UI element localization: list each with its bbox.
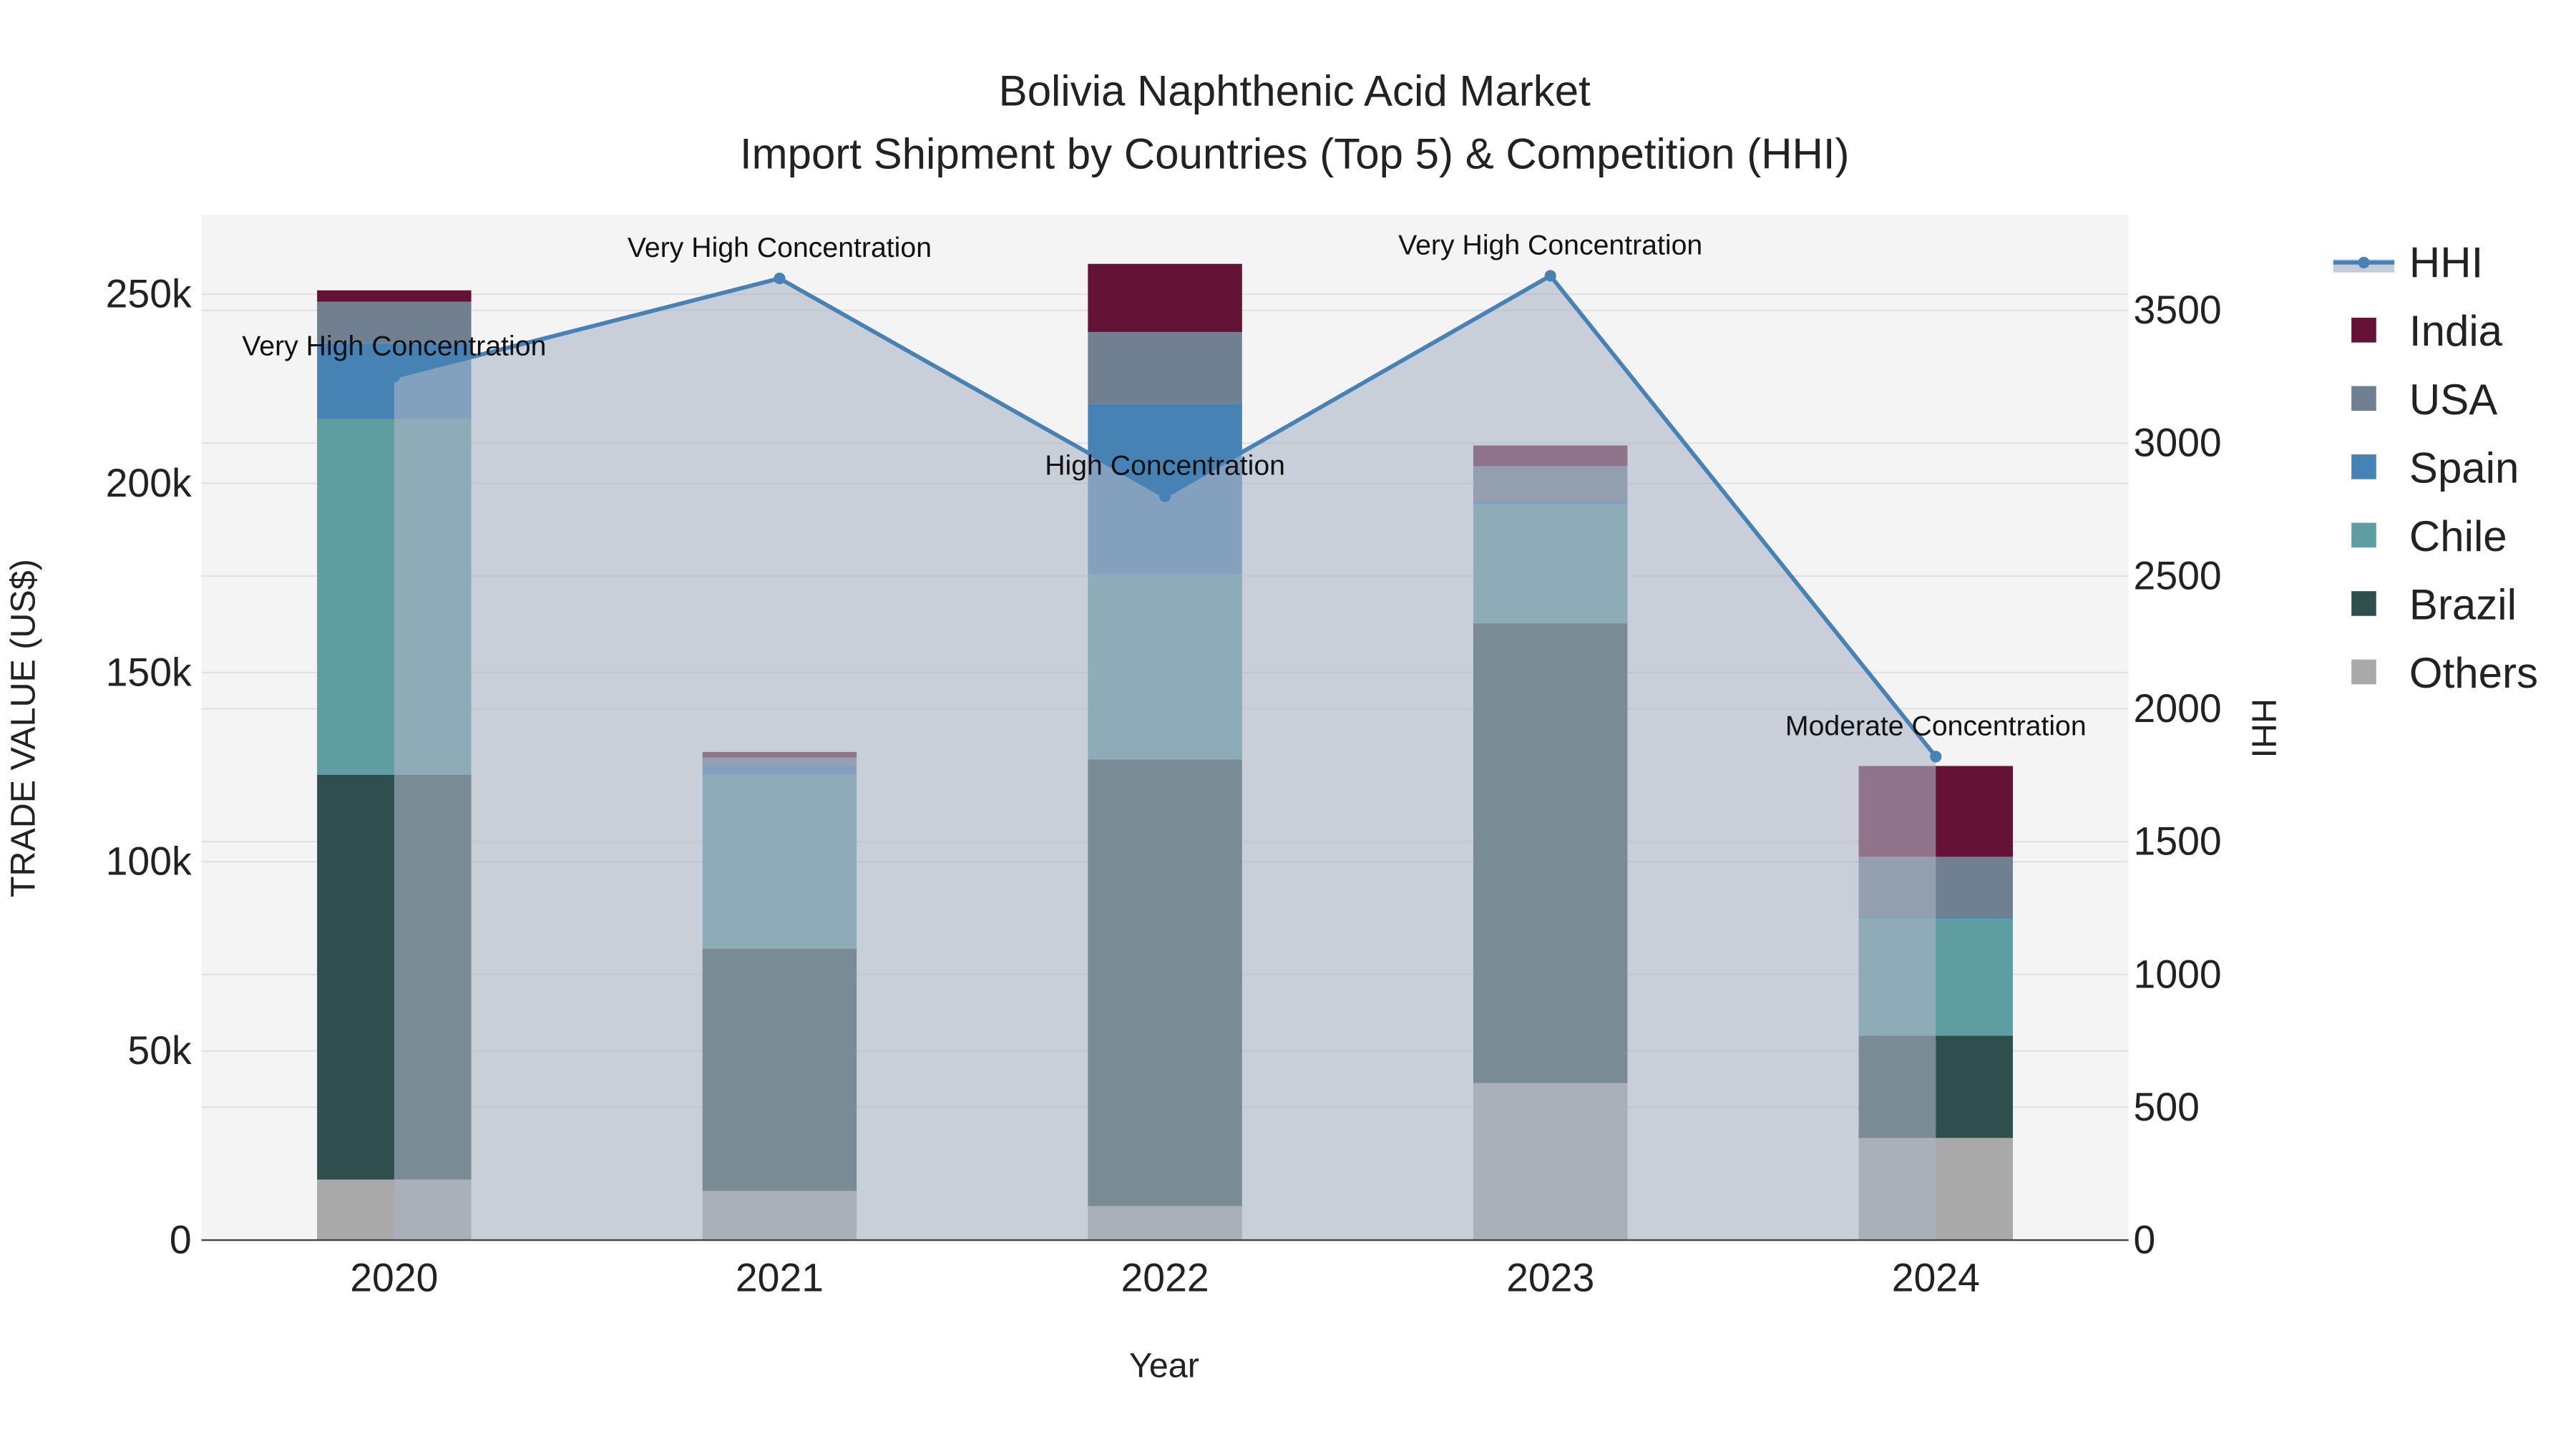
bar-india-2022 (1088, 263, 1242, 332)
legend-swatch-spain (2351, 454, 2376, 479)
y-tick-label: 150k (106, 650, 192, 694)
y-tick-label: 250k (106, 272, 192, 316)
x-tick-label: 2024 (1892, 1256, 1980, 1300)
hhi-annotation: Very High Concentration (242, 330, 546, 361)
hhi-point-2023 (1544, 270, 1556, 282)
x-tick-label: 2020 (350, 1256, 438, 1300)
y-axis-title: TRADE VALUE (US$) (4, 559, 42, 897)
legend-swatch-usa (2351, 386, 2376, 411)
legend-swatch-hhi-marker (2358, 256, 2370, 268)
hhi-annotation: Very High Concentration (628, 232, 932, 263)
hhi-point-2021 (774, 273, 786, 285)
y2-tick-label: 3000 (2134, 421, 2222, 465)
y2-tick-label: 1500 (2134, 819, 2222, 864)
legend-label-others: Others (2409, 649, 2538, 697)
x-tick-label: 2021 (736, 1256, 824, 1300)
y2-tick-label: 1000 (2134, 952, 2222, 996)
y2-tick-label: 2500 (2134, 553, 2222, 597)
hhi-annotation: Very High Concentration (1398, 229, 1702, 260)
legend-label-spain: Spain (2409, 444, 2519, 492)
y-tick-label: 0 (170, 1218, 192, 1262)
y-tick-label: 50k (127, 1028, 192, 1073)
hhi-annotation: Moderate Concentration (1785, 710, 2087, 741)
legend-swatch-chile (2351, 522, 2376, 548)
legend-label-usa: USA (2409, 376, 2497, 424)
y2-tick-label: 3500 (2134, 288, 2222, 332)
x-tick-label: 2022 (1121, 1256, 1209, 1300)
x-axis-title: Year (1129, 1347, 1199, 1385)
chart: 0 50k 100k 150k 200k 250k 0 500 1000 1500 2000 2500… (0, 0, 2576, 1449)
y2-tick-label: 0 (2134, 1218, 2156, 1262)
x-tick-label: 2023 (1506, 1256, 1594, 1300)
hhi-point-2022 (1159, 490, 1171, 502)
hhi-point-2020 (388, 371, 400, 383)
legend-swatch-india (2351, 318, 2376, 343)
bar-india-2020 (317, 290, 472, 302)
legend-label-india: India (2409, 307, 2503, 355)
y2-tick-label: 500 (2134, 1085, 2200, 1129)
y2-tick-label: 2000 (2134, 686, 2222, 731)
legend-label-hhi: HHI (2409, 239, 2483, 287)
bar-usa-2022 (1088, 331, 1242, 404)
legend-swatch-brazil (2351, 591, 2376, 616)
y2-axis-title: HHI (2245, 698, 2283, 758)
hhi-annotation: High Concentration (1045, 450, 1285, 482)
hhi-point-2024 (1930, 751, 1942, 763)
legend-label-brazil: Brazil (2409, 580, 2517, 628)
legend-swatch-others (2351, 659, 2376, 685)
y-tick-label: 100k (106, 839, 192, 884)
legend-label-chile: Chile (2409, 512, 2507, 560)
chart-title: Bolivia Naphthenic Acid Market (999, 67, 1591, 115)
chart-subtitle: Import Shipment by Countries (Top 5) & C… (740, 130, 1850, 177)
y-tick-label: 200k (106, 461, 192, 505)
